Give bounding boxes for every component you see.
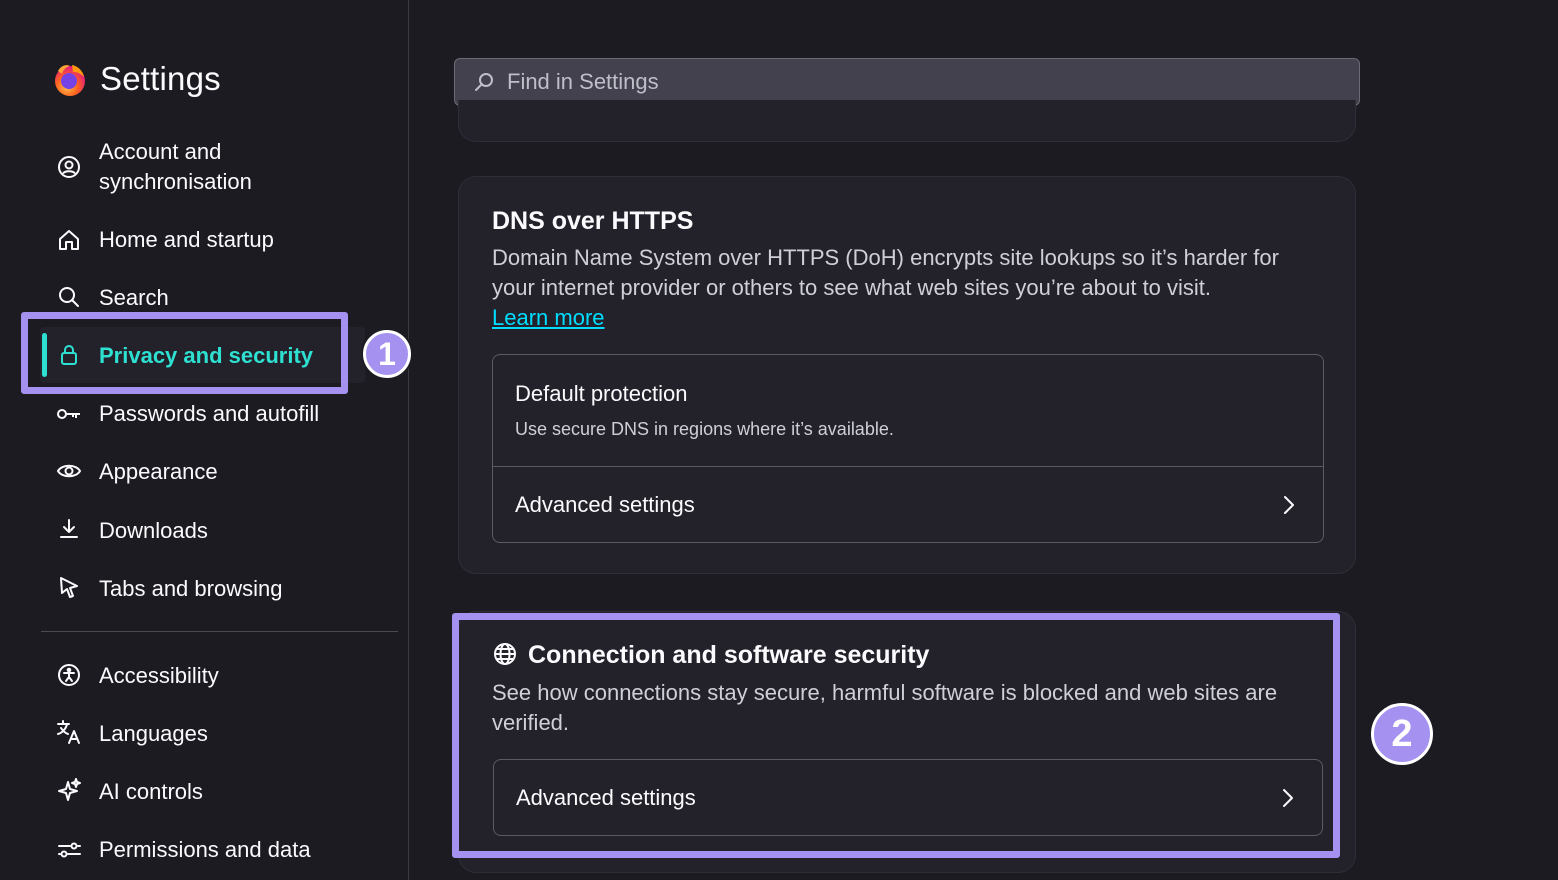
- sidebar-item-downloads[interactable]: Downloads: [40, 516, 365, 546]
- sidebar-item-label: Account and synchronisation: [99, 139, 252, 194]
- cursor-icon: [56, 574, 82, 600]
- sidebar-item-label: Accessibility: [99, 663, 219, 688]
- chevron-right-icon: [1284, 496, 1294, 514]
- step-badge-1: 1: [363, 330, 411, 378]
- translate-icon: [56, 719, 82, 745]
- sparkle-icon: [56, 777, 82, 803]
- sidebar-item-passwords[interactable]: Passwords and autofill: [40, 399, 365, 429]
- connection-options-group: Advanced settings: [493, 759, 1323, 836]
- download-icon: [56, 516, 82, 542]
- permissions-icon: [56, 837, 82, 863]
- connection-advanced-settings-row[interactable]: Advanced settings: [494, 760, 1322, 835]
- previous-card-bottom: [458, 100, 1356, 142]
- sidebar-item-accessibility[interactable]: Accessibility: [40, 661, 365, 691]
- page-title: Settings: [100, 60, 221, 97]
- sidebar-item-label: Home and startup: [99, 227, 274, 252]
- sidebar-item-search[interactable]: Search: [40, 283, 365, 313]
- sidebar-item-label: Downloads: [99, 518, 208, 543]
- sidebar-item-privacy[interactable]: Privacy and security: [40, 327, 365, 383]
- sidebar-item-label: Appearance: [99, 459, 218, 484]
- sidebar-item-label: Search: [99, 285, 169, 310]
- dns-over-https-card: DNS over HTTPS Domain Name System over H…: [458, 176, 1356, 574]
- sidebar-item-appearance[interactable]: Appearance: [40, 457, 365, 487]
- sidebar-item-label: Permissions and data: [99, 837, 311, 862]
- sidebar-item-tabs[interactable]: Tabs and browsing: [40, 574, 365, 604]
- step-badge-2: 2: [1371, 703, 1433, 765]
- sidebar: Settings Account and synchronisation Hom…: [0, 0, 409, 880]
- globe-icon: [494, 643, 516, 665]
- dns-advanced-settings-row[interactable]: Advanced settings: [493, 467, 1323, 543]
- search-input[interactable]: [507, 59, 1347, 105]
- account-icon: [56, 154, 82, 180]
- lock-icon: [56, 342, 82, 368]
- key-icon: [56, 401, 82, 427]
- active-indicator: [42, 333, 47, 377]
- advanced-settings-label: Advanced settings: [516, 785, 696, 810]
- learn-more-link[interactable]: Learn more: [492, 305, 605, 331]
- sidebar-item-label: AI controls: [99, 779, 203, 804]
- sidebar-item-label: Passwords and autofill: [99, 401, 320, 426]
- chevron-right-icon: [1283, 789, 1293, 807]
- sidebar-item-permissions[interactable]: Permissions and data: [40, 835, 365, 865]
- sidebar-item-home[interactable]: Home and startup: [40, 225, 365, 255]
- sidebar-item-languages[interactable]: Languages: [40, 719, 365, 749]
- sidebar-item-label: Languages: [99, 721, 208, 746]
- sidebar-item-ai-controls[interactable]: AI controls: [40, 777, 365, 807]
- default-protection-title[interactable]: Default protection: [515, 381, 687, 407]
- accessibility-icon: [56, 662, 82, 688]
- dns-title: DNS over HTTPS: [492, 207, 694, 235]
- sidebar-item-label: Tabs and browsing: [99, 576, 283, 601]
- advanced-settings-label: Advanced settings: [515, 492, 695, 517]
- default-protection-subtitle: Use secure DNS in regions where it’s ava…: [515, 419, 894, 439]
- sidebar-divider: [41, 631, 398, 632]
- brand: Settings: [52, 60, 221, 98]
- sidebar-item-label: Privacy and security: [99, 343, 314, 368]
- dns-options-group: Default protection Use secure DNS in reg…: [492, 354, 1324, 543]
- search-field[interactable]: [454, 58, 1360, 106]
- firefox-logo-icon: [55, 65, 85, 96]
- dns-description: Domain Name System over HTTPS (DoH) encr…: [492, 245, 1279, 300]
- sidebar-item-account[interactable]: Account and synchronisation: [40, 139, 365, 196]
- search-icon: [475, 73, 493, 91]
- connection-description: See how connections stay secure, harmful…: [492, 680, 1278, 735]
- eye-icon: [56, 458, 82, 484]
- connection-security-card: Connection and software security See how…: [458, 611, 1356, 873]
- home-icon: [56, 227, 82, 253]
- connection-title: Connection and software security: [528, 641, 930, 669]
- search-icon: [56, 284, 82, 310]
